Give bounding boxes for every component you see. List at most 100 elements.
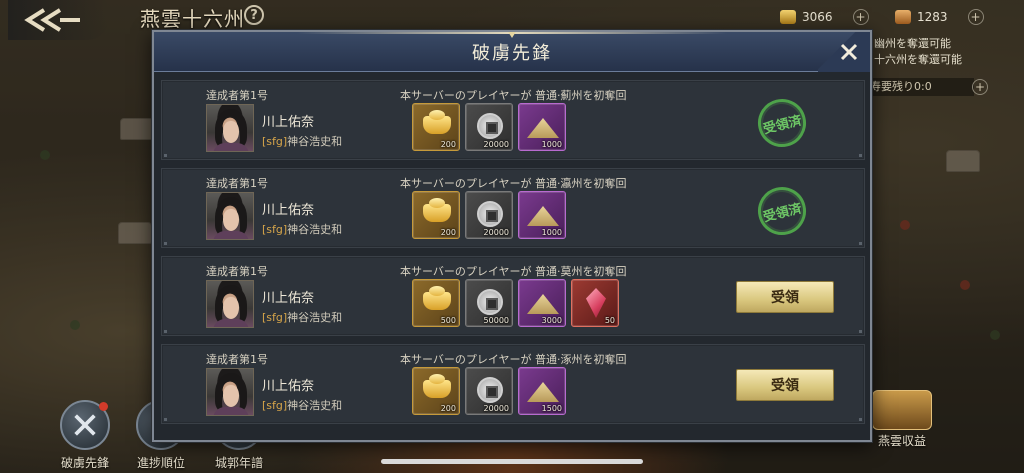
help-icon[interactable]: ?	[244, 5, 264, 25]
modal-title: 破虜先鋒	[472, 43, 552, 64]
reward-items: 200 20000 1500	[412, 367, 566, 415]
gold-ingot-reward[interactable]: 500	[412, 279, 460, 327]
avatar[interactable]	[206, 192, 254, 240]
reward-qty: 500	[440, 316, 456, 325]
token-amount: 1283	[917, 10, 948, 24]
player-guild: [sfg]神谷浩史和	[262, 221, 342, 237]
gold-ingot-icon	[423, 286, 451, 310]
reward-qty: 20000	[483, 228, 509, 237]
bottom-reward-label: 燕雲収益	[877, 434, 926, 448]
player-guild: [sfg]神谷浩史和	[262, 309, 342, 325]
home-indicator[interactable]	[381, 459, 643, 464]
gold-ingot-icon	[423, 374, 451, 398]
player-guild: [sfg]神谷浩史和	[262, 133, 342, 149]
tree-icon	[990, 330, 1000, 340]
grain-reward[interactable]: 1000	[518, 103, 566, 151]
grain-icon	[527, 294, 559, 314]
remaining-text: 寿要残り0:0	[870, 80, 932, 93]
reward-items: 500 50000 3000 50	[412, 279, 619, 327]
bottom-vanguard-button[interactable]: 破虜先鋒	[60, 400, 110, 471]
grain-icon	[527, 206, 559, 226]
gold-ingot-icon	[423, 110, 451, 134]
gold-ingot-reward[interactable]: 200	[412, 103, 460, 151]
modal-header: 破虜先鋒	[154, 32, 870, 72]
silver-coin-reward[interactable]: 20000	[465, 367, 513, 415]
guild-tag: [sfg]	[262, 311, 288, 324]
silver-coin-icon	[477, 201, 503, 227]
side-note-1: 幽州を奪還可能	[874, 37, 951, 50]
tree-icon	[40, 150, 50, 160]
reward-qty: 1500	[541, 404, 562, 413]
reward-items: 200 20000 1000	[412, 191, 566, 239]
reward-qty: 20000	[483, 140, 509, 149]
reward-items: 200 20000 1000	[412, 103, 566, 151]
reward-qty: 200	[440, 404, 456, 413]
token-resource: 1283 +	[895, 8, 984, 26]
top-bar: 燕雲十六州 ? 3066 + 1283 +	[0, 0, 1024, 40]
grain-icon	[527, 382, 559, 402]
silver-coin-reward[interactable]: 20000	[465, 191, 513, 239]
achiever-label: 達成者第1号	[206, 353, 268, 366]
crystal-reward[interactable]: 50	[571, 279, 619, 327]
bottom-ranking-label: 進捗順位	[136, 456, 185, 470]
claim-button[interactable]: 受領	[736, 281, 834, 313]
list-item: 達成者第1号 川上佑奈 [sfg]神谷浩史和 本サーバーのプレイヤーが 普通·瀛…	[161, 168, 865, 248]
player-name: 川上佑奈	[262, 203, 315, 218]
bottom-vanguard-label: 破虜先鋒	[60, 456, 109, 470]
notification-dot	[99, 402, 108, 411]
guild-tag: [sfg]	[262, 399, 288, 412]
fort-icon	[946, 150, 980, 172]
reward-list[interactable]: 達成者第1号 川上佑奈 [sfg]神谷浩史和 本サーバーのプレイヤーが 普通·薊…	[161, 80, 865, 432]
gold-ingot-reward[interactable]: 200	[412, 367, 460, 415]
grain-reward[interactable]: 1500	[518, 367, 566, 415]
treasure-chest-icon	[872, 390, 932, 430]
crystal-icon	[586, 288, 606, 318]
side-notes: 幽州を奪還可能 十六州を奪還可能	[874, 36, 1004, 68]
avatar[interactable]	[206, 104, 254, 152]
achiever-label: 達成者第1号	[206, 89, 268, 102]
reward-qty: 50000	[483, 316, 509, 325]
list-item: 達成者第1号 川上佑奈 [sfg]神谷浩史和 本サーバーのプレイヤーが 普通·涿…	[161, 344, 865, 424]
row-description: 本サーバーのプレイヤーが 普通·莫州を初奪回	[400, 265, 627, 278]
gold-icon	[780, 10, 796, 24]
claim-button[interactable]: 受領	[736, 369, 834, 401]
silver-coin-icon	[477, 289, 503, 315]
close-button[interactable]	[818, 32, 870, 72]
avatar[interactable]	[206, 280, 254, 328]
guild-member: 神谷浩史和	[287, 399, 343, 412]
reward-qty: 200	[440, 228, 456, 237]
token-icon	[895, 10, 911, 24]
guild-member: 神谷浩史和	[287, 311, 343, 324]
guild-tag: [sfg]	[262, 135, 288, 148]
grain-reward[interactable]: 3000	[518, 279, 566, 327]
player-name: 川上佑奈	[262, 115, 315, 130]
fort-icon	[120, 118, 154, 140]
silver-coin-reward[interactable]: 20000	[465, 103, 513, 151]
grain-icon	[527, 118, 559, 138]
row-description: 本サーバーのプレイヤーが 普通·薊州を初奪回	[400, 89, 627, 102]
avatar[interactable]	[206, 368, 254, 416]
reward-qty: 50	[604, 316, 615, 325]
grain-reward[interactable]: 1000	[518, 191, 566, 239]
tree-icon	[900, 220, 910, 230]
guild-member: 神谷浩史和	[287, 135, 343, 148]
fort-icon	[118, 222, 152, 244]
back-button[interactable]	[8, 0, 108, 40]
reward-qty: 1000	[541, 228, 562, 237]
add-remaining-button[interactable]: +	[972, 79, 988, 95]
silver-coin-icon	[477, 113, 503, 139]
achiever-label: 達成者第1号	[206, 177, 268, 190]
gold-ingot-reward[interactable]: 200	[412, 191, 460, 239]
add-gold-button[interactable]: +	[852, 9, 869, 25]
bottom-reward-button[interactable]: 燕雲収益	[872, 390, 932, 449]
vanguard-modal: 破虜先鋒 達成者第1号 川上佑奈 [sfg]神谷浩史和 本サーバーのプレイヤーが…	[152, 30, 872, 442]
add-token-button[interactable]: +	[967, 9, 984, 25]
silver-coin-reward[interactable]: 50000	[465, 279, 513, 327]
region-title: 燕雲十六州	[140, 7, 245, 31]
player-name: 川上佑奈	[262, 379, 315, 394]
gold-ingot-icon	[423, 198, 451, 222]
achiever-label: 達成者第1号	[206, 265, 268, 278]
gold-amount: 3066	[802, 10, 833, 24]
player-guild: [sfg]神谷浩史和	[262, 397, 342, 413]
bottom-history-label: 城郭年譜	[214, 456, 263, 470]
